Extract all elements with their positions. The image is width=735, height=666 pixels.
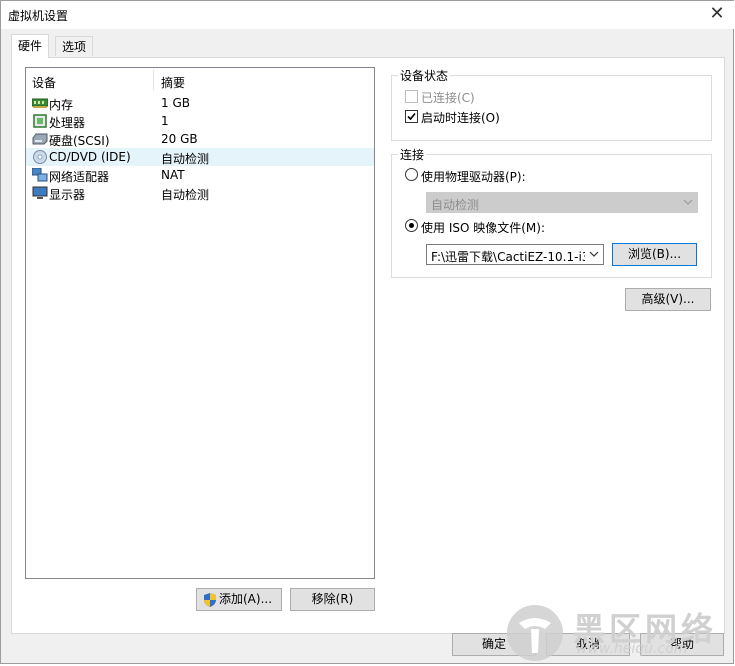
device-summary: 20 GB: [161, 132, 198, 146]
connect-at-power-on-label: 启动时连接(O): [421, 111, 500, 125]
device-summary: 1: [161, 114, 169, 128]
advanced-label: 高级(V)...: [641, 292, 695, 306]
browse-button[interactable]: 浏览(B)...: [612, 243, 697, 266]
chevron-down-icon: [683, 199, 693, 205]
device-summary: NAT: [161, 168, 185, 182]
column-separator[interactable]: [153, 70, 154, 90]
device-name: 内存: [49, 98, 74, 112]
browse-label: 浏览(B)...: [627, 247, 682, 261]
physical-drive-value: 自动检测: [431, 198, 480, 212]
add-device-label: 添加(A)...: [219, 592, 273, 606]
physical-drive-select[interactable]: 自动检测: [426, 192, 698, 213]
iso-image-radio[interactable]: [405, 219, 418, 232]
shield-icon: [204, 593, 216, 607]
device-name: 硬盘(SCSI): [49, 134, 110, 148]
memory-icon: [32, 98, 48, 108]
watermark-url: www.heiqu.com: [576, 641, 688, 657]
column-header-summary[interactable]: 摘要: [161, 74, 185, 91]
hard-disk-icon: [32, 133, 48, 145]
tab-hardware-label: 硬件: [18, 39, 43, 53]
device-status-group: [391, 75, 712, 141]
check-icon: [407, 112, 416, 121]
device-name: 网络适配器: [49, 170, 110, 184]
device-status-title: 设备状态: [398, 67, 451, 84]
physical-drive-label: 使用物理驱动器(P):: [421, 170, 526, 184]
vm-settings-dialog: 虚拟机设置 ✕ 硬件 选项 设备 摘要 内存 1 GB 处理器 1 硬盘(SCS…: [0, 0, 734, 664]
cd-dvd-icon: [33, 150, 47, 164]
iso-image-label: 使用 ISO 映像文件(M):: [421, 221, 545, 235]
device-row-hard-disk[interactable]: 硬盘(SCSI) 20 GB: [26, 130, 374, 148]
processor-icon: [33, 114, 47, 128]
remove-device-label: 移除(R): [311, 592, 354, 606]
add-device-button[interactable]: 添加(A)...: [196, 588, 282, 611]
connect-at-power-on-checkbox[interactable]: [405, 110, 418, 123]
physical-drive-radio[interactable]: [405, 168, 418, 181]
device-summary: 1 GB: [161, 96, 190, 110]
connected-checkbox[interactable]: [405, 90, 418, 103]
device-summary: 自动检测: [161, 152, 210, 166]
iso-path-value: F:\迅雷下载\CactiEZ-10.1-i386: [431, 250, 585, 264]
device-name: 显示器: [49, 188, 86, 202]
column-header-device[interactable]: 设备: [32, 74, 56, 91]
display-icon: [32, 186, 48, 199]
connection-title: 连接: [398, 146, 427, 163]
tab-options-label: 选项: [62, 40, 87, 54]
tab-options[interactable]: 选项: [55, 36, 94, 56]
device-list[interactable]: 设备 摘要 内存 1 GB 处理器 1 硬盘(SCSI) 20 GB CD/DV…: [25, 67, 375, 579]
device-list-header: 设备 摘要: [26, 68, 374, 92]
network-adapter-icon: [32, 168, 48, 182]
device-summary: 自动检测: [161, 188, 210, 202]
device-row-memory[interactable]: 内存 1 GB: [26, 94, 374, 112]
window-title: 虚拟机设置: [8, 9, 69, 23]
tab-hardware[interactable]: 硬件: [11, 34, 50, 58]
connected-label: 已连接(C): [421, 91, 475, 105]
device-name: CD/DVD (IDE): [49, 150, 131, 164]
watermark: 黑区网络 www.heiqu.com: [501, 601, 735, 666]
title-bar: 虚拟机设置 ✕: [1, 1, 734, 29]
device-row-display[interactable]: 显示器 自动检测: [26, 184, 374, 202]
device-row-cd-dvd[interactable]: CD/DVD (IDE) 自动检测: [26, 148, 374, 166]
device-row-network-adapter[interactable]: 网络适配器 NAT: [26, 166, 374, 184]
device-name: 处理器: [49, 116, 86, 130]
watermark-logo-icon: [507, 605, 563, 661]
remove-device-button[interactable]: 移除(R): [290, 588, 375, 611]
advanced-button[interactable]: 高级(V)...: [625, 288, 711, 311]
iso-path-combo[interactable]: F:\迅雷下载\CactiEZ-10.1-i386: [426, 244, 604, 265]
device-row-processor[interactable]: 处理器 1: [26, 112, 374, 130]
chevron-down-icon: [588, 247, 600, 261]
close-icon[interactable]: ✕: [702, 1, 732, 29]
radio-dot: [409, 223, 414, 228]
